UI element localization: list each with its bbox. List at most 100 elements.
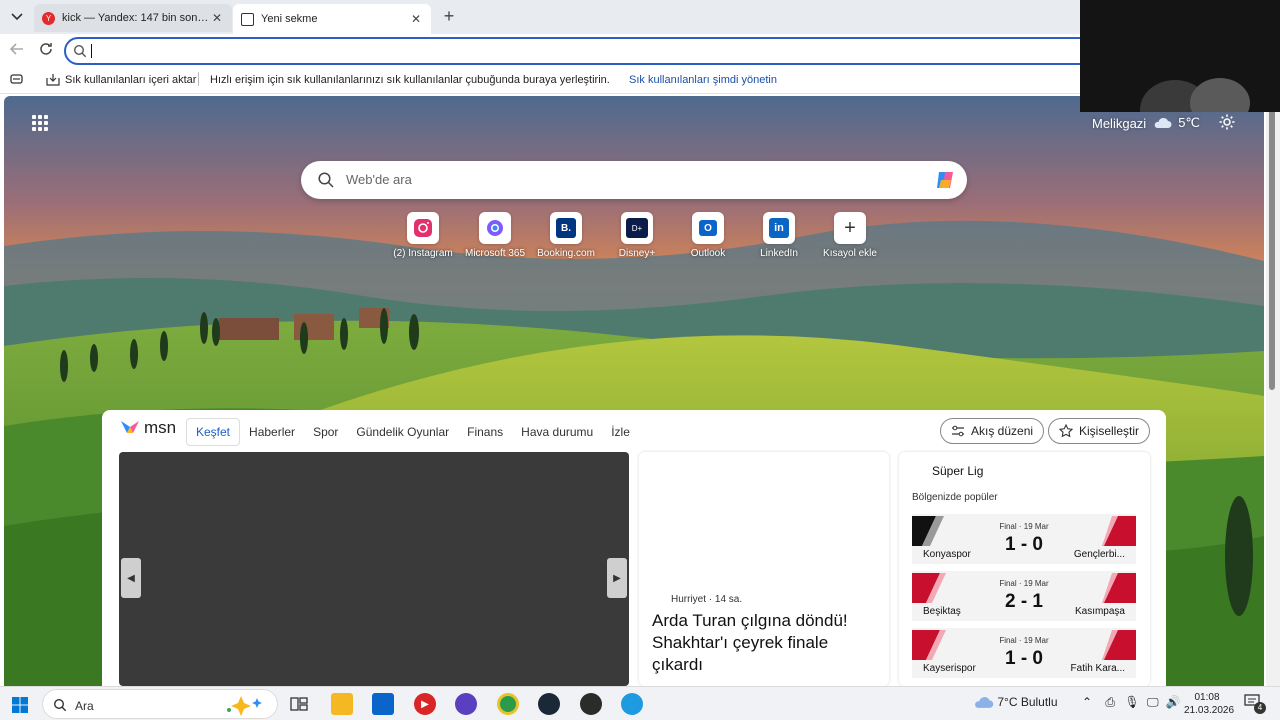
manage-favorites-link[interactable]: Sık kullanılanları şimdi yönetin	[629, 74, 777, 86]
search-icon	[53, 698, 67, 712]
add-icon: +	[844, 217, 856, 239]
quick-links: (2) Instagram Microsoft 365 B. Booking.c…	[388, 212, 888, 272]
outlook-icon: O	[699, 220, 717, 236]
search-icon	[73, 44, 87, 58]
weather-temperature: 5℃	[1178, 115, 1201, 130]
clock-date: 21.03.2026	[1184, 705, 1235, 716]
scrollbar-thumb[interactable]	[1269, 100, 1275, 390]
clock[interactable]: 01:08 21.03.2026	[1184, 691, 1235, 717]
msn-tab-izle[interactable]: İzle	[602, 419, 639, 445]
tab-actions-button[interactable]	[6, 6, 28, 28]
task-view-button[interactable]	[288, 693, 310, 715]
news-card[interactable]: Hurriyet · 14 sa. Arda Turan çılgına dön…	[639, 452, 889, 686]
msn-tab-oyunlar[interactable]: Gündelik Oyunlar	[347, 419, 458, 445]
shortcut-outlook[interactable]: O Outlook	[673, 212, 743, 259]
game-launcher-icon[interactable]	[580, 693, 602, 715]
close-tab-icon[interactable]: ✕	[409, 12, 423, 26]
notification-count: 4	[1254, 702, 1266, 714]
divider	[198, 72, 199, 86]
shortcut-linkedin[interactable]: in LinkedIn	[744, 212, 814, 259]
favorites-hint: Hızlı erişim için sık kullanılanlarınızı…	[210, 74, 610, 86]
msn-butterfly-icon	[121, 421, 139, 433]
discord-icon[interactable]	[455, 693, 477, 715]
instagram-icon	[414, 219, 432, 237]
usb-icon[interactable]: ⎙	[1105, 695, 1115, 709]
match-row[interactable]: Final · 19 Mar 1 - 0 Konyaspor Gençlerbi…	[912, 514, 1136, 564]
microphone-icon[interactable]: 🎙	[1124, 695, 1139, 709]
feed-layout-button[interactable]: Akış düzeni	[940, 418, 1045, 444]
msn-tab-kesfet[interactable]: Keşfet	[186, 418, 241, 446]
edge-icon[interactable]	[621, 693, 643, 715]
text-caret	[91, 44, 92, 58]
steam-icon[interactable]	[538, 693, 560, 715]
booking-icon: B.	[556, 218, 576, 238]
league-subtitle: Bölgenizde popüler	[912, 492, 998, 503]
refresh-icon	[40, 43, 52, 55]
new-tab-page-icon	[241, 12, 254, 26]
tab-title: kick — Yandex: 147 bin sonuç bulundu	[62, 12, 210, 24]
close-tab-icon[interactable]: ✕	[210, 11, 224, 25]
page-settings-button[interactable]	[1218, 113, 1236, 136]
taskbar-search[interactable]: Ara	[42, 689, 278, 719]
back-button[interactable]	[9, 42, 25, 59]
shortcut-instagram[interactable]: (2) Instagram	[388, 212, 458, 259]
notifications-button[interactable]: 4	[1244, 694, 1266, 714]
network-icon[interactable]: 🖵	[1147, 695, 1159, 709]
sparkle-star-icon	[1059, 424, 1073, 438]
tray-icons[interactable]: ⌃ ⎙ 🎙 🖵 🔊	[1082, 695, 1181, 710]
match-row[interactable]: Final · 19 Mar 1 - 0 Kayserispor Fatih K…	[912, 628, 1136, 678]
msn-tab-spor[interactable]: Spor	[304, 419, 347, 445]
address-bar[interactable]	[64, 37, 1104, 65]
web-search-box[interactable]: Web'de ara	[301, 161, 967, 199]
carousel-prev-button[interactable]: ◀	[121, 558, 141, 598]
copilot-icon[interactable]	[933, 168, 957, 192]
msn-nav: Keşfet Haberler Spor Gündelik Oyunlar Fi…	[186, 418, 639, 446]
tab-new-tab[interactable]: Yeni sekme ✕	[233, 4, 431, 34]
media-player-icon[interactable]: ▶	[414, 693, 436, 715]
task-view-icon	[290, 697, 308, 711]
shortcut-microsoft-365[interactable]: Microsoft 365	[460, 212, 530, 259]
match-row[interactable]: Final · 19 Mar 2 - 1 Beşiktaş Kasımpaşa	[912, 571, 1136, 621]
file-explorer-icon[interactable]	[331, 693, 353, 715]
taskbar: Ara ▶ 7°C Bulutlu ⌃ ⎙ 🎙 🖵 🔊 01:08 21.03.…	[0, 686, 1280, 720]
volume-icon[interactable]: 🔊	[1166, 695, 1181, 709]
import-favorites-link[interactable]: Sık kullanılanları içeri aktar	[65, 74, 196, 86]
add-shortcut-button[interactable]: + Kısayol ekle	[815, 212, 885, 259]
shortcut-booking[interactable]: B. Booking.com	[531, 212, 601, 259]
tab-title: Yeni sekme	[261, 13, 318, 25]
tab-yandex[interactable]: Y kick — Yandex: 147 bin sonuç bulundu ✕	[34, 4, 232, 32]
league-title[interactable]: Süper Lig	[932, 464, 983, 478]
personalize-button[interactable]: Kişiselleştir	[1048, 418, 1151, 444]
msn-tab-haberler[interactable]: Haberler	[240, 419, 304, 445]
weather-widget[interactable]: Melikgazi 5℃	[1092, 115, 1200, 131]
weather-location: Melikgazi	[1092, 115, 1147, 131]
chevron-up-icon[interactable]: ⌃	[1082, 695, 1092, 709]
start-button[interactable]	[12, 697, 28, 718]
new-tab-page: Melikgazi 5℃ Web'de ara (2) Instagram Mi…	[4, 96, 1264, 686]
refresh-button[interactable]	[39, 42, 53, 59]
import-icon	[46, 73, 60, 89]
back-arrow-icon	[9, 43, 23, 55]
chrome-icon[interactable]	[497, 693, 519, 715]
favorites-menu-icon[interactable]	[10, 73, 23, 88]
taskbar-weather[interactable]: 7°C Bulutlu	[972, 695, 1058, 709]
copilot-sparkles-icon	[227, 696, 262, 716]
search-icon	[318, 172, 334, 188]
linkedin-icon: in	[769, 218, 789, 238]
new-tab-button[interactable]: +	[438, 6, 460, 28]
clock-time: 01:08	[1194, 692, 1220, 703]
microsoft-365-icon	[487, 220, 503, 236]
gear-icon	[1219, 114, 1235, 130]
store-icon[interactable]	[372, 693, 394, 715]
msn-logo[interactable]: msn	[119, 418, 176, 438]
page-scrollbar[interactable]	[1266, 96, 1280, 686]
shortcut-disney-plus[interactable]: D+ Disney+	[602, 212, 672, 259]
news-headline[interactable]: Arda Turan çılgına döndü! Shakhtar'ı çey…	[652, 610, 882, 676]
apps-launcher-button[interactable]	[32, 115, 48, 131]
cloud-icon	[975, 697, 994, 709]
carousel-next-button[interactable]: ▶	[607, 558, 627, 598]
hero-carousel[interactable]: ◀ ▶	[119, 452, 629, 686]
msn-tab-hava-durumu[interactable]: Hava durumu	[512, 419, 602, 445]
news-source: Hurriyet · 14 sa.	[671, 594, 743, 605]
msn-tab-finans[interactable]: Finans	[458, 419, 512, 445]
